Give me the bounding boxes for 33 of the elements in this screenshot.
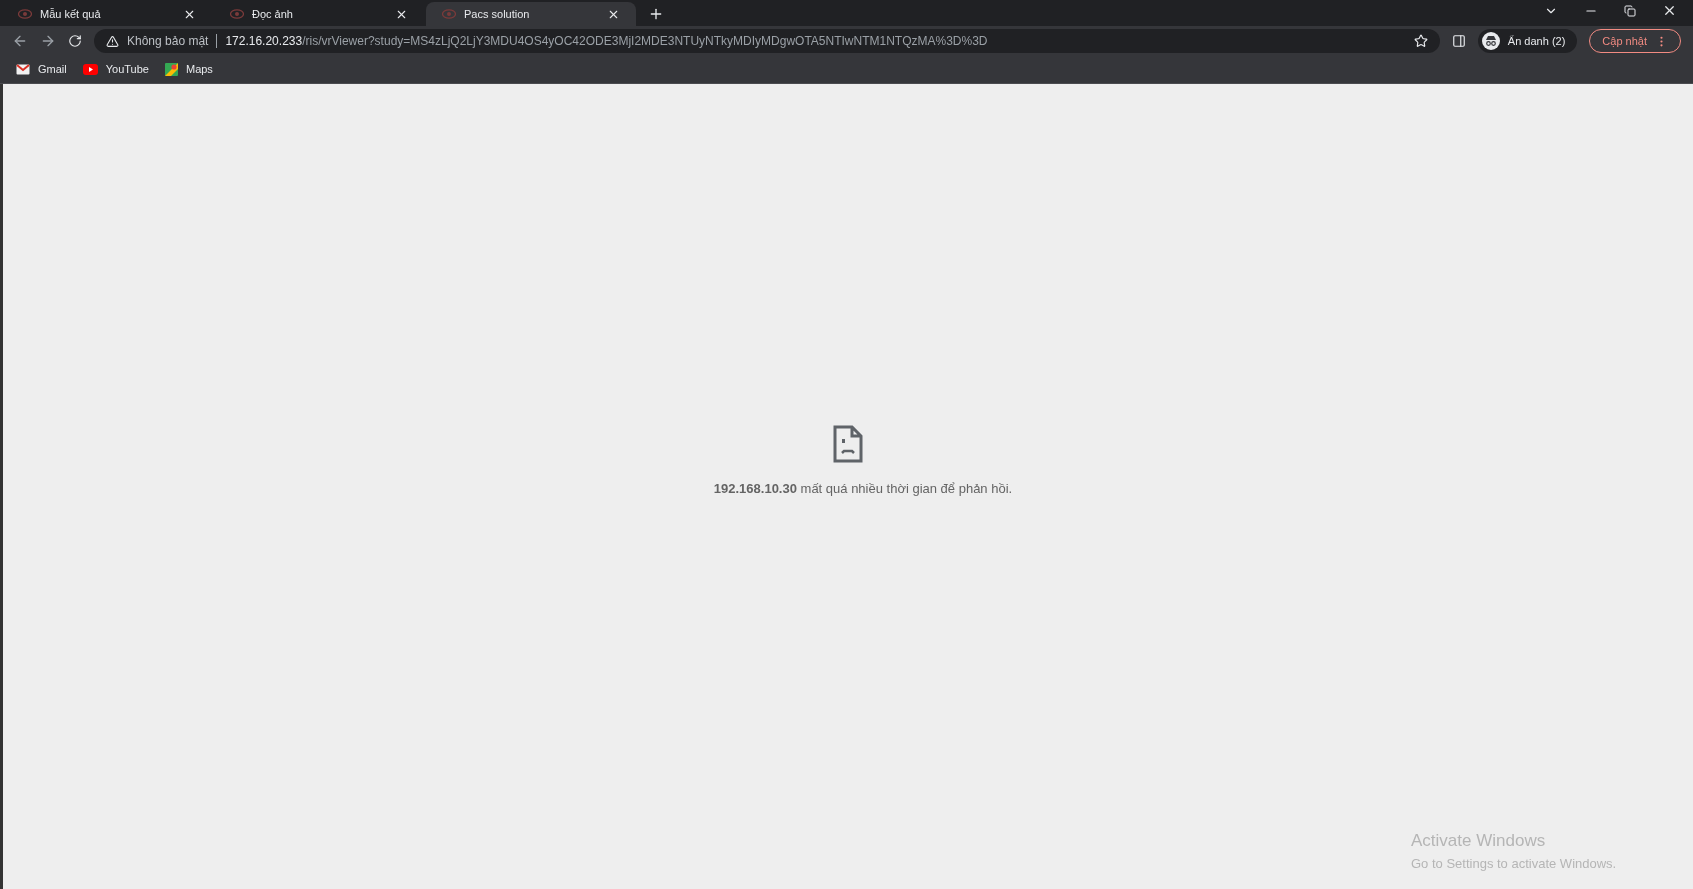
eye-icon — [442, 9, 456, 19]
eye-icon — [18, 9, 32, 19]
security-label: Không bảo mật — [127, 33, 209, 50]
reload-icon[interactable] — [68, 34, 82, 48]
address-bar[interactable]: Không bảo mật 172.16.20.233/ris/vrViewer?study=MS4zLjQ2LjY3MDU4OS4yOC42ODE3MjI2MDE3NTUyNTkyMDIyMDgwOTA5NTIwNTM1NTQzMA%3D%3D — [94, 29, 1440, 53]
back-icon[interactable] — [12, 33, 28, 49]
play-icon — [82, 64, 98, 75]
warning-icon — [106, 34, 119, 48]
forward-icon[interactable] — [40, 33, 56, 49]
incognito-profile-button[interactable]: Ẩn danh (2) — [1477, 29, 1578, 53]
side-panel-icon[interactable] — [1451, 34, 1466, 48]
close-icon[interactable] — [1662, 3, 1677, 18]
browser-tab[interactable]: Mẫu kết quả — [2, 2, 212, 26]
activation-title: Activate Windows — [1411, 830, 1547, 852]
incognito-icon — [1481, 32, 1500, 50]
map-pin-icon — [164, 63, 178, 76]
tab-title: Pacs solution — [464, 6, 531, 22]
tab-title: Mẫu kết quả — [40, 6, 102, 22]
star-icon[interactable] — [1413, 34, 1428, 48]
envelope-icon — [16, 64, 30, 75]
url-text: 172.16.20.233/ris/vrViewer?study=MS4zLjQ2LjY3MDU4OS4yOC42ODE3MjI2MDE3NTUyNTkyMDIyMDgwOTA5NTIwNTM1NTQzMA%3D%3D — [225, 33, 989, 50]
browser-tab[interactable]: Pacs solution — [426, 2, 636, 26]
browser-tab[interactable]: Đọc ảnh — [214, 2, 424, 26]
activation-subtitle: Go to Settings to activate Windows. — [1411, 854, 1617, 873]
new-tab-icon[interactable] — [648, 6, 664, 22]
sad-page-icon — [833, 424, 863, 463]
error-message: 192.168.10.30 mất quá nhiều thời gian để phản hồi. — [713, 479, 1013, 498]
bookmark[interactable]: Maps — [164, 61, 213, 78]
bookmark[interactable]: Gmail — [16, 61, 67, 78]
tab-title: Đọc ảnh — [252, 6, 294, 22]
restore-icon[interactable] — [1624, 4, 1636, 17]
bookmark[interactable]: YouTube — [82, 61, 149, 78]
eye-icon — [230, 9, 244, 19]
